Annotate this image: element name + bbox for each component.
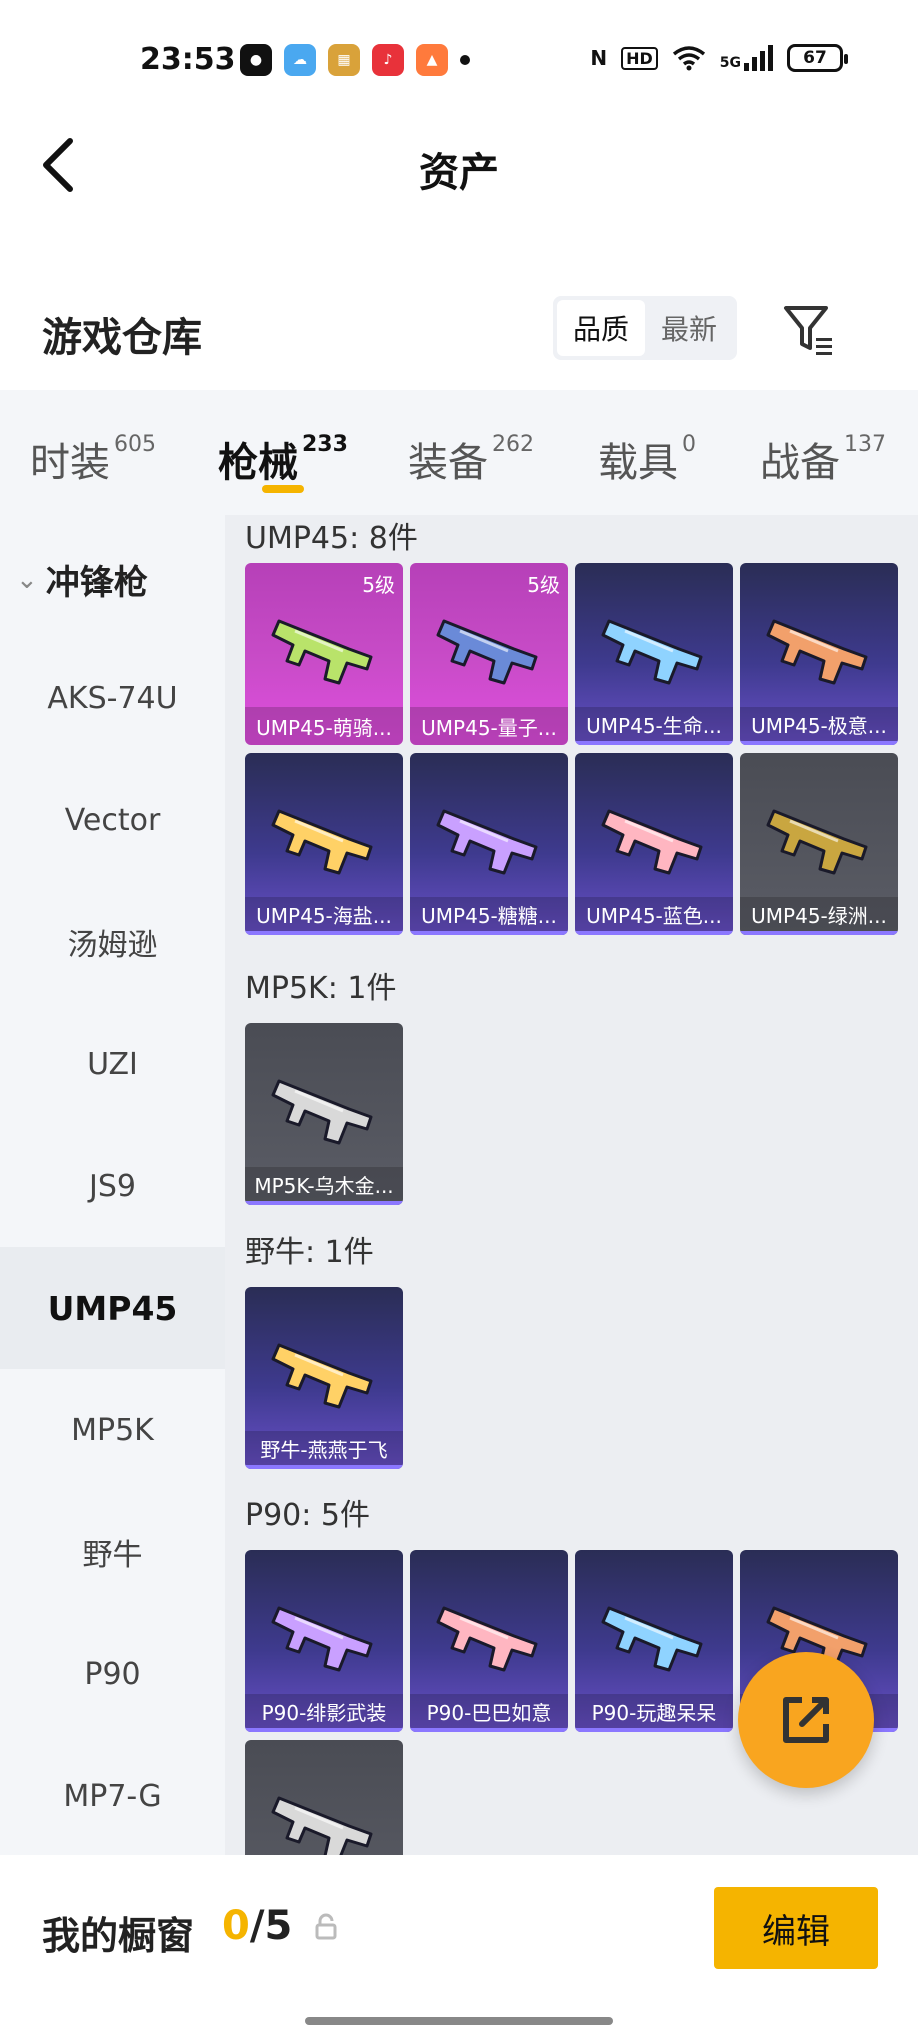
warehouse-title: 游戏仓库 — [42, 315, 202, 361]
sidebar-item-js9[interactable]: JS9 — [0, 1125, 225, 1247]
weather-icon: ☁ — [284, 44, 316, 76]
sidebar-item-bizon[interactable]: 野牛 — [0, 1491, 225, 1613]
showcase-bar: 我的橱窗 0/5 编辑 — [0, 1855, 918, 2040]
weapon-type-sidebar: ⌄ 冲锋枪 AKS-74U Vector 汤姆逊 UZI JS9 UMP45 M… — [0, 515, 225, 1855]
hd-icon: HD — [621, 46, 658, 70]
weapon-name: UMP45-糖糖... — [410, 897, 568, 935]
sidebar-item-uzi[interactable]: UZI — [0, 1003, 225, 1125]
wifi-icon — [672, 46, 705, 71]
weapon-card[interactable]: UMP45-海盐... — [245, 753, 403, 935]
weapon-name: UMP45-极意... — [740, 707, 898, 745]
weapon-image — [601, 809, 703, 875]
section-title-mp5k: MP5K: 1件 — [245, 971, 397, 1006]
weapon-card[interactable]: 5级 UMP45-量子... — [410, 563, 568, 745]
sort-by-newest[interactable]: 最新 — [645, 300, 733, 356]
sidebar-item-mp7g[interactable]: MP7-G — [0, 1735, 225, 1857]
lock-icon — [315, 1913, 337, 1940]
share-button[interactable] — [738, 1652, 874, 1788]
weapon-card[interactable]: UMP45-极意... — [740, 563, 898, 745]
sidebar-item-vector[interactable]: Vector — [0, 759, 225, 881]
weapon-name: P90-绯影武装 — [245, 1694, 403, 1732]
status-time: 23:53 — [140, 42, 236, 77]
edit-button[interactable]: 编辑 — [714, 1887, 878, 1969]
weapon-name: UMP45-量子... — [410, 707, 568, 745]
weapon-card[interactable]: P90-绯影武装 — [245, 1550, 403, 1732]
weapon-name: P90-玩趣呆呆 — [575, 1694, 733, 1732]
category-tab-bar: 时装 605 枪械 233 装备 262 载具 0 战备 137 — [0, 390, 918, 515]
game-app-icon: ▦ — [328, 44, 360, 76]
signal-icon: 5G — [720, 45, 773, 71]
share-external-icon — [783, 1697, 829, 1743]
weapon-card[interactable]: UMP45-生命... — [575, 563, 733, 745]
sidebar-item-mp5k[interactable]: MP5K — [0, 1369, 225, 1491]
status-bar: 23:53 ● ☁ ▦ ♪ ▲ N HD 5G 67 — [0, 0, 918, 120]
weapon-level-badge: 5级 — [527, 573, 560, 597]
weapon-card[interactable]: UMP45-绿洲... — [740, 753, 898, 935]
showcase-count: 0/5 — [222, 1903, 293, 1949]
weapon-image — [271, 809, 373, 875]
chevron-down-icon: ⌄ — [16, 564, 38, 595]
weapon-level-badge: 5级 — [362, 573, 395, 597]
weapon-image — [766, 619, 868, 685]
weapon-image — [766, 809, 868, 875]
sidebar-item-aks74u[interactable]: AKS-74U — [0, 637, 225, 759]
weapon-image — [271, 1796, 373, 1855]
active-tab-indicator — [262, 485, 304, 493]
showcase-label: 我的橱窗 — [42, 1914, 195, 1958]
weapon-image — [436, 1606, 538, 1672]
weapon-image — [271, 619, 373, 685]
tab-fashion[interactable]: 时装 605 — [30, 430, 156, 488]
weapon-card[interactable]: UMP45-蓝色... — [575, 753, 733, 935]
weapon-image — [271, 1079, 373, 1145]
weapon-image — [271, 1343, 373, 1409]
weapon-card[interactable]: 野牛-燕燕于飞 — [245, 1287, 403, 1469]
weapon-name: UMP45-生命... — [575, 707, 733, 745]
sidebar-item-p90[interactable]: P90 — [0, 1613, 225, 1735]
weapon-card[interactable]: MP5K-乌木金... — [245, 1023, 403, 1205]
sidebar-category-smg[interactable]: ⌄ 冲锋枪 — [16, 555, 148, 604]
tab-vehicles[interactable]: 载具 0 — [598, 430, 696, 488]
weapon-image — [436, 809, 538, 875]
section-title-bizon: 野牛: 1件 — [245, 1235, 374, 1270]
weapon-image — [601, 619, 703, 685]
weapon-card[interactable] — [245, 1740, 403, 1855]
status-app-icons: ● ☁ ▦ ♪ ▲ — [240, 44, 470, 76]
tab-equipment[interactable]: 装备 262 — [408, 430, 534, 488]
weapon-card[interactable]: P90-巴巴如意 — [410, 1550, 568, 1732]
weapon-name: P90-巴巴如意 — [410, 1694, 568, 1732]
weapon-name: UMP45-绿洲... — [740, 897, 898, 935]
weapon-name: UMP45-萌骑... — [245, 707, 403, 745]
weapon-name: 野牛-燕燕于飞 — [245, 1431, 403, 1469]
header: 资产 — [0, 120, 918, 220]
tab-supplies[interactable]: 战备 137 — [760, 430, 886, 488]
page-title: 资产 — [419, 150, 499, 196]
filter-icon — [784, 306, 832, 355]
weapon-image — [436, 619, 538, 685]
more-notifications-dot-icon — [460, 55, 470, 65]
game-controller-icon: ▲ — [416, 44, 448, 76]
status-indicators: N HD 5G 67 — [590, 44, 848, 72]
nfc-icon: N — [590, 46, 608, 70]
home-indicator — [305, 2017, 613, 2025]
weapon-name: UMP45-海盐... — [245, 897, 403, 935]
sidebar-item-ump45[interactable]: UMP45 — [0, 1247, 225, 1369]
weapon-name: UMP45-蓝色... — [575, 897, 733, 935]
sort-by-quality[interactable]: 品质 — [557, 300, 645, 356]
weapon-image — [601, 1606, 703, 1672]
section-title-p90: P90: 5件 — [245, 1498, 370, 1533]
section-title-ump45: UMP45: 8件 — [245, 521, 418, 556]
filter-button[interactable] — [780, 300, 840, 360]
sort-toggle: 品质 最新 — [553, 296, 737, 360]
sidebar-item-thompson[interactable]: 汤姆逊 — [0, 881, 225, 1003]
music-icon: ♪ — [372, 44, 404, 76]
weapon-card[interactable]: 5级 UMP45-萌骑... — [245, 563, 403, 745]
wechat-icon: ● — [240, 44, 272, 76]
tab-firearms[interactable]: 枪械 233 — [218, 430, 348, 488]
weapon-image — [271, 1606, 373, 1672]
weapon-card[interactable]: P90-玩趣呆呆 — [575, 1550, 733, 1732]
battery-icon: 67 — [787, 44, 848, 72]
weapon-name: MP5K-乌木金... — [245, 1167, 403, 1205]
weapon-card[interactable]: UMP45-糖糖... — [410, 753, 568, 935]
